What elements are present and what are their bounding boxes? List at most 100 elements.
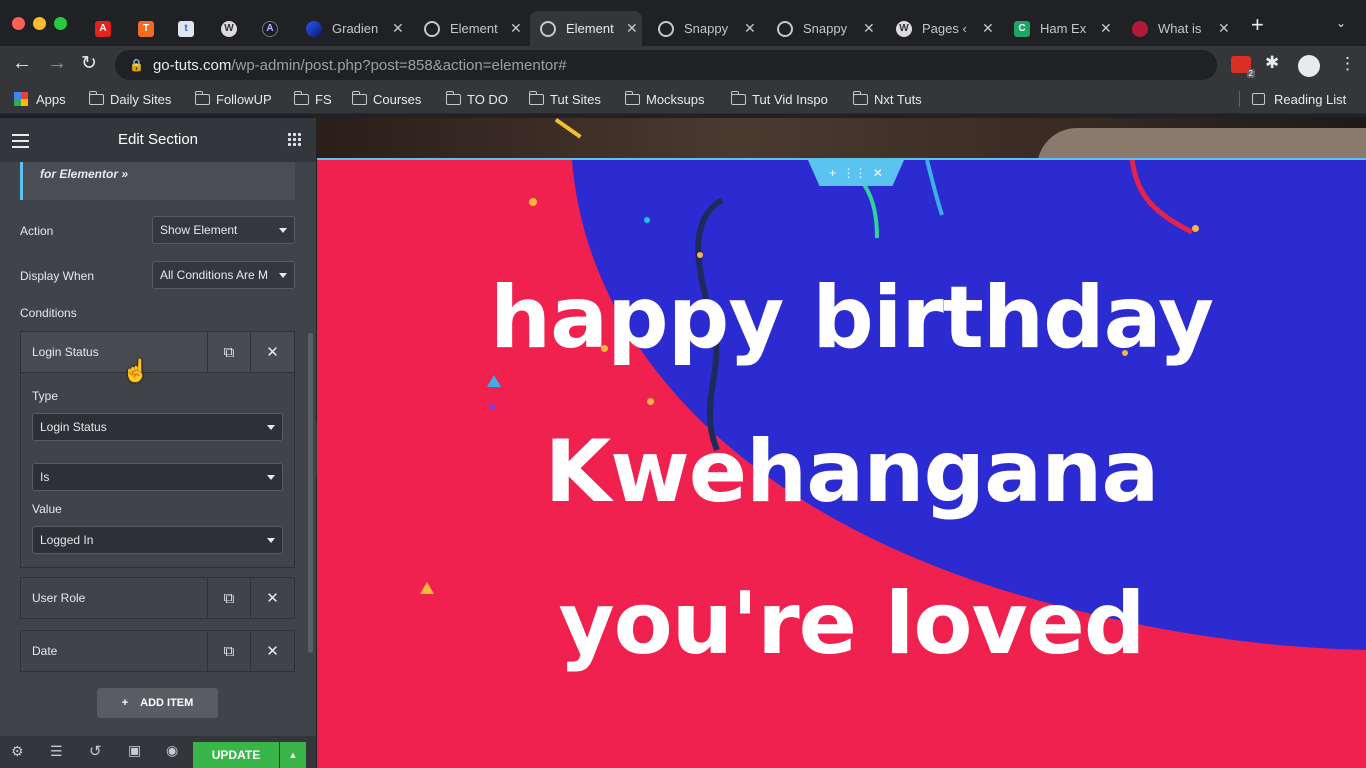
browser-tab[interactable]: Snappy ✕ — [648, 11, 760, 46]
bookmark-folder[interactable]: FS — [293, 90, 332, 108]
operator-select-value: Is — [40, 470, 50, 484]
panel-scrollbar[interactable] — [308, 333, 313, 653]
confetti-dot — [697, 252, 703, 258]
duplicate-icon[interactable]: ⧉ — [208, 578, 251, 618]
heading-line-1[interactable]: happy birthday — [317, 268, 1366, 368]
add-section-icon[interactable]: + — [829, 166, 836, 180]
condition-item-user-role[interactable]: User Role ⧉ ✕ — [20, 577, 295, 619]
globe-icon — [424, 20, 440, 37]
history-icon[interactable]: ↺ — [89, 742, 102, 760]
navigator-layers-icon[interactable]: ☰ — [50, 743, 63, 760]
bookmark-folder[interactable]: Courses — [351, 90, 421, 108]
duplicate-icon[interactable]: ⧉ — [208, 332, 251, 372]
display-when-value: All Conditions Are M — [160, 268, 269, 282]
browser-tab-bar: A Tt W A Gradien ✕ Element ✕ Element ✕ Snappy ✕ Snap… — [0, 0, 1366, 46]
browser-tab[interactable]: Element ✕ — [530, 11, 642, 46]
drag-section-icon[interactable]: ⋮⋮ — [842, 166, 866, 180]
bookmark-folder[interactable]: Mocksups — [624, 90, 705, 108]
browser-tab[interactable]: Gradien ✕ — [296, 11, 408, 46]
add-item-button[interactable]: + ADD ITEM — [97, 688, 218, 718]
browser-menu-icon[interactable]: ⋮ — [1339, 54, 1356, 74]
condition-title[interactable]: Date — [21, 631, 208, 671]
profile-avatar[interactable] — [1298, 55, 1320, 77]
section-handle[interactable]: + ⋮⋮ ✕ — [808, 160, 904, 186]
tab-close-icon[interactable]: ✕ — [1100, 20, 1112, 37]
reading-list-icon — [1252, 93, 1265, 105]
bookmark-label: Mocksups — [646, 91, 705, 107]
url-path: /wp-admin/post.php?post=858&action=eleme… — [231, 56, 567, 74]
condition-item-date[interactable]: Date ⧉ ✕ — [20, 630, 295, 672]
preview-eye-icon[interactable]: ◉ — [166, 742, 178, 759]
bookmark-folder[interactable]: Tut Vid Inspo — [730, 90, 828, 108]
tab-close-icon[interactable]: ✕ — [510, 20, 522, 37]
tab-search-icon[interactable]: ⌄ — [1336, 16, 1346, 30]
value-select[interactable]: Logged In — [32, 526, 283, 554]
maximize-window-icon[interactable] — [54, 17, 67, 30]
display-when-select[interactable]: All Conditions Are M — [152, 261, 295, 289]
tab-title: What is — [1158, 21, 1202, 36]
condition-title[interactable]: User Role — [21, 578, 208, 618]
browser-tab[interactable]: W Pages ‹ ✕ — [886, 11, 998, 46]
browser-tab[interactable]: A — [85, 11, 121, 46]
bookmark-label: Nxt Tuts — [874, 91, 922, 107]
promo-box: for Elementor » — [20, 162, 295, 200]
close-window-icon[interactable] — [12, 17, 25, 30]
confetti-triangle — [487, 375, 501, 387]
settings-gear-icon[interactable]: ⚙ — [11, 743, 24, 760]
heading-line-2[interactable]: Kwehangana — [317, 422, 1366, 522]
browser-tab[interactable]: A — [252, 11, 288, 46]
tab-title: Pages ‹ — [922, 21, 967, 36]
browser-tab[interactable]: T — [128, 11, 164, 46]
address-bar[interactable]: 🔒 go-tuts.com/wp-admin/post.php?post=858… — [115, 50, 1217, 80]
delete-section-icon[interactable]: ✕ — [873, 166, 883, 180]
browser-tab[interactable]: C Ham Ex ✕ — [1004, 11, 1116, 46]
responsive-mode-icon[interactable]: ▣ — [128, 742, 141, 759]
browser-tab[interactable]: t — [168, 11, 204, 46]
tab-close-icon[interactable]: ✕ — [863, 20, 875, 37]
tab-close-icon[interactable]: ✕ — [392, 20, 404, 37]
widgets-grid-icon[interactable] — [287, 132, 301, 146]
bookmark-apps[interactable]: Apps — [14, 90, 66, 108]
extension-todoist-icon[interactable]: 2 — [1231, 56, 1255, 78]
tab-close-icon[interactable]: ✕ — [1218, 20, 1230, 37]
duplicate-icon[interactable]: ⧉ — [208, 631, 251, 671]
bookmark-folder[interactable]: Tut Sites — [528, 90, 601, 108]
tab-close-icon[interactable]: ✕ — [626, 20, 638, 37]
bookmark-folder[interactable]: FollowUP — [194, 90, 272, 108]
new-tab-icon[interactable]: + — [1251, 14, 1264, 36]
remove-icon[interactable]: ✕ — [251, 631, 294, 671]
browser-tab[interactable]: Element ✕ — [414, 11, 526, 46]
condition-title[interactable]: Login Status — [21, 332, 208, 372]
tab-close-icon[interactable]: ✕ — [982, 20, 994, 37]
folder-icon — [624, 90, 640, 105]
type-label: Type — [32, 389, 59, 403]
tab-close-icon[interactable]: ✕ — [744, 20, 756, 37]
type-select[interactable]: Login Status — [32, 413, 283, 441]
operator-select[interactable]: Is — [32, 463, 283, 491]
dropdown-arrow-icon — [267, 425, 275, 430]
reading-list[interactable]: Reading List — [1252, 90, 1346, 108]
browser-tab[interactable]: What is ✕ — [1122, 11, 1234, 46]
browser-tab[interactable]: Snappy ✕ — [767, 11, 879, 46]
condition-item-login-status[interactable]: Login Status ⧉ ✕ — [20, 331, 295, 373]
bookmark-folder[interactable]: Daily Sites — [88, 90, 171, 108]
globe-icon — [658, 20, 674, 37]
minimize-window-icon[interactable] — [33, 17, 46, 30]
action-select[interactable]: Show Element — [152, 216, 295, 244]
remove-icon[interactable]: ✕ — [251, 332, 294, 372]
browser-tab[interactable]: W — [211, 11, 247, 46]
extensions-puzzle-icon[interactable]: ✱ — [1265, 53, 1279, 73]
forward-icon[interactable]: → — [47, 52, 67, 75]
reload-icon[interactable]: ↻ — [81, 52, 97, 75]
back-icon[interactable]: ← — [12, 52, 32, 75]
update-button[interactable]: UPDATE — [193, 742, 279, 768]
plus-icon: + — [121, 697, 129, 709]
remove-icon[interactable]: ✕ — [251, 578, 294, 618]
cake-decoration — [1037, 128, 1366, 159]
section-canvas[interactable]: + ⋮⋮ ✕ happy birthday Kwehangana you're … — [317, 158, 1366, 768]
bookmark-folder[interactable]: TO DO — [445, 90, 508, 108]
heading-line-3[interactable]: you're loved — [317, 574, 1366, 674]
save-options-arrow-icon[interactable]: ▲ — [280, 742, 306, 768]
bookmark-folder[interactable]: Nxt Tuts — [852, 90, 922, 108]
blue-streamer — [925, 160, 944, 216]
